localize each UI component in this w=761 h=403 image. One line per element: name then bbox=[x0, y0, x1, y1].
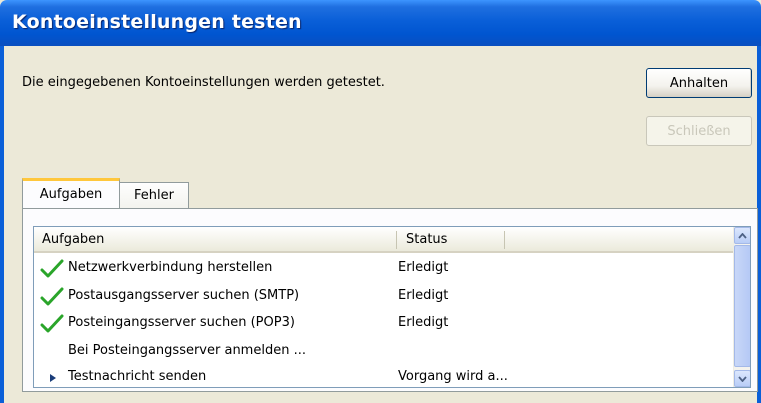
stop-button[interactable]: Anhalten bbox=[646, 68, 752, 98]
list-item[interactable]: Postausgangsserver suchen (SMTP) Erledig… bbox=[34, 285, 734, 308]
scroll-thumb[interactable] bbox=[734, 245, 750, 367]
checkmark-icon bbox=[40, 259, 64, 279]
vertical-scrollbar[interactable] bbox=[733, 227, 750, 387]
task-list[interactable]: Aufgaben Status Netzwerkverbindung herst… bbox=[33, 226, 751, 388]
tab-errors[interactable]: Fehler bbox=[119, 182, 189, 208]
close-button[interactable]: Schließen bbox=[646, 116, 752, 146]
chevron-up-icon bbox=[738, 232, 747, 239]
column-separator[interactable] bbox=[396, 231, 397, 249]
column-header-status[interactable]: Status bbox=[406, 232, 447, 247]
task-status: Erledigt bbox=[398, 260, 449, 275]
tab-tasks[interactable]: Aufgaben bbox=[22, 178, 120, 208]
list-item[interactable]: Netzwerkverbindung herstellen Erledigt bbox=[34, 257, 734, 280]
scroll-up-button[interactable] bbox=[734, 227, 750, 244]
task-status: Vorgang wird a... bbox=[398, 369, 508, 384]
task-name: Bei Posteingangsserver anmelden ... bbox=[68, 343, 306, 358]
column-separator[interactable] bbox=[504, 231, 505, 249]
column-header-tasks[interactable]: Aufgaben bbox=[42, 232, 104, 247]
checkmark-icon bbox=[40, 314, 64, 334]
task-name: Postausgangsserver suchen (SMTP) bbox=[68, 288, 300, 303]
arrow-right-icon bbox=[40, 368, 64, 387]
scroll-down-button[interactable] bbox=[734, 370, 750, 387]
list-item[interactable]: Bei Posteingangsserver anmelden ... bbox=[34, 340, 734, 363]
description-text: Die eingegebenen Kontoeinstellungen werd… bbox=[22, 75, 385, 90]
checkmark-icon bbox=[40, 287, 64, 307]
window-title: Kontoeinstellungen testen bbox=[12, 11, 302, 33]
window-frame-left bbox=[0, 46, 4, 403]
list-item[interactable]: Testnachricht senden Vorgang wird a... bbox=[34, 366, 734, 387]
chevron-down-icon bbox=[738, 375, 747, 382]
title-bar[interactable]: Kontoeinstellungen testen bbox=[0, 0, 761, 46]
task-status: Erledigt bbox=[398, 315, 449, 330]
task-status: Erledigt bbox=[398, 288, 449, 303]
list-item[interactable]: Posteingangsserver suchen (POP3) Erledig… bbox=[34, 312, 734, 335]
task-name: Posteingangsserver suchen (POP3) bbox=[68, 315, 295, 330]
task-name: Testnachricht senden bbox=[68, 369, 207, 384]
task-name: Netzwerkverbindung herstellen bbox=[68, 260, 273, 275]
list-header: Aufgaben Status bbox=[34, 227, 734, 253]
